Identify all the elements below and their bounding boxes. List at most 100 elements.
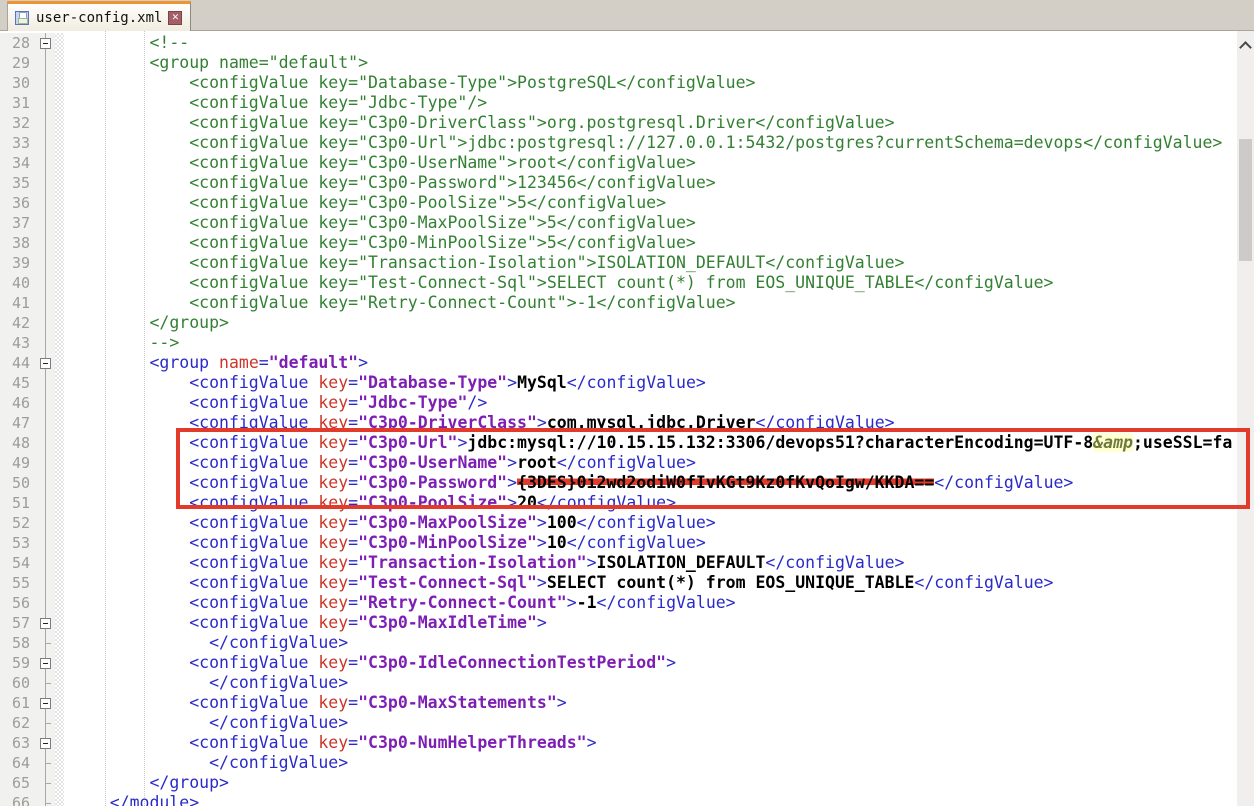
- code-text[interactable]: </configValue>: [64, 633, 1254, 653]
- line-number: 56: [0, 593, 37, 613]
- code-text[interactable]: <configValue key="C3p0-MaxPoolSize">5</c…: [64, 213, 1254, 233]
- fold-margin: [37, 133, 55, 153]
- fold-margin: [37, 193, 55, 213]
- line-number: 59: [0, 653, 37, 673]
- code-text[interactable]: <configValue key="Test-Connect-Sql">SELE…: [64, 273, 1254, 293]
- code-text[interactable]: <configValue key="C3p0-MaxStatements">: [64, 693, 1254, 713]
- code-line: 47 <configValue key="C3p0-DriverClass">c…: [0, 413, 1254, 433]
- scrollbar-thumb[interactable]: [1239, 139, 1252, 261]
- code-text[interactable]: <configValue key="Database-Type">Postgre…: [64, 73, 1254, 93]
- code-text[interactable]: <configValue key="Database-Type">MySql</…: [64, 373, 1254, 393]
- code-text[interactable]: <configValue key="C3p0-UserName">root</c…: [64, 153, 1254, 173]
- fold-margin: [37, 793, 55, 806]
- code-text[interactable]: <configValue key="C3p0-PoolSize">20</con…: [64, 493, 1254, 513]
- code-text[interactable]: </configValue>: [64, 673, 1254, 693]
- fold-toggle-icon[interactable]: [37, 353, 55, 373]
- margin-separator: [55, 553, 64, 573]
- line-number: 50: [0, 473, 37, 493]
- code-line: 59 <configValue key="C3p0-IdleConnection…: [0, 653, 1254, 673]
- code-line: 53 <configValue key="C3p0-MinPoolSize">1…: [0, 533, 1254, 553]
- code-text[interactable]: <configValue key="C3p0-MaxPoolSize">100<…: [64, 513, 1254, 533]
- fold-margin: [37, 773, 55, 793]
- code-text[interactable]: <configValue key="C3p0-IdleConnectionTes…: [64, 653, 1254, 673]
- line-number: 65: [0, 773, 37, 793]
- code-text[interactable]: <configValue key="C3p0-MaxIdleTime">: [64, 613, 1254, 633]
- code-editor[interactable]: 28 <!--29 <group name="default">30 <conf…: [0, 31, 1254, 806]
- code-text[interactable]: <configValue key="Transaction-Isolation"…: [64, 253, 1254, 273]
- fold-toggle-icon[interactable]: [37, 733, 55, 753]
- code-line: 36 <configValue key="C3p0-PoolSize">5</c…: [0, 193, 1254, 213]
- tab-title: user-config.xml: [36, 10, 162, 26]
- line-number: 60: [0, 673, 37, 693]
- code-text[interactable]: <configValue key="C3p0-Url">jdbc:postgre…: [64, 133, 1254, 153]
- line-number: 30: [0, 73, 37, 93]
- code-line: 58 </configValue>: [0, 633, 1254, 653]
- margin-separator: [55, 653, 64, 673]
- code-text[interactable]: <group name="default">: [64, 353, 1254, 373]
- code-line: 48 <configValue key="C3p0-Url">jdbc:mysq…: [0, 433, 1254, 453]
- fold-margin: [37, 273, 55, 293]
- margin-separator: [55, 153, 64, 173]
- code-text[interactable]: <configValue key="C3p0-MinPoolSize">10</…: [64, 533, 1254, 553]
- code-text[interactable]: <configValue key="Jdbc-Type"/>: [64, 93, 1254, 113]
- code-text[interactable]: <configValue key="Retry-Connect-Count">-…: [64, 593, 1254, 613]
- scroll-up-arrow-icon[interactable]: [1241, 41, 1249, 49]
- code-text[interactable]: <configValue key="C3p0-Url">jdbc:mysql:/…: [64, 433, 1254, 453]
- margin-separator: [55, 193, 64, 213]
- line-number: 33: [0, 133, 37, 153]
- line-number: 52: [0, 513, 37, 533]
- fold-toggle-icon[interactable]: [37, 693, 55, 713]
- line-number: 64: [0, 753, 37, 773]
- code-text[interactable]: </group>: [64, 773, 1254, 793]
- code-text[interactable]: -->: [64, 333, 1254, 353]
- margin-separator: [55, 373, 64, 393]
- code-line: 65 </group>: [0, 773, 1254, 793]
- code-line: 52 <configValue key="C3p0-MaxPoolSize">1…: [0, 513, 1254, 533]
- code-text[interactable]: <configValue key="C3p0-DriverClass">com.…: [64, 413, 1254, 433]
- tab-user-config-xml[interactable]: user-config.xml ✕: [7, 1, 191, 31]
- margin-separator: [55, 73, 64, 93]
- fold-toggle-icon[interactable]: [37, 613, 55, 633]
- code-text[interactable]: <configValue key="C3p0-MinPoolSize">5</c…: [64, 233, 1254, 253]
- margin-separator: [55, 613, 64, 633]
- code-line: 43 -->: [0, 333, 1254, 353]
- editor-window: user-config.xml ✕ 28 <!--29 <group name=…: [0, 0, 1254, 806]
- fold-margin: [37, 73, 55, 93]
- code-line: 60 </configValue>: [0, 673, 1254, 693]
- fold-margin: [37, 433, 55, 453]
- code-text[interactable]: <!--: [64, 33, 1254, 53]
- fold-toggle-icon[interactable]: [37, 653, 55, 673]
- code-text[interactable]: <configValue key="Jdbc-Type"/>: [64, 393, 1254, 413]
- close-icon[interactable]: ✕: [168, 11, 182, 25]
- code-text[interactable]: <configValue key="C3p0-Password">{3DES}0…: [64, 473, 1254, 493]
- fold-margin: [37, 293, 55, 313]
- code-text[interactable]: <configValue key="Retry-Connect-Count">-…: [64, 293, 1254, 313]
- code-text[interactable]: </group>: [64, 313, 1254, 333]
- code-line: 46 <configValue key="Jdbc-Type"/>: [0, 393, 1254, 413]
- code-text[interactable]: <configValue key="C3p0-PoolSize">5</conf…: [64, 193, 1254, 213]
- code-text[interactable]: <configValue key="Test-Connect-Sql">SELE…: [64, 573, 1254, 593]
- line-number: 38: [0, 233, 37, 253]
- margin-separator: [55, 693, 64, 713]
- code-text[interactable]: <configValue key="C3p0-Password">123456<…: [64, 173, 1254, 193]
- margin-separator: [55, 53, 64, 73]
- code-text[interactable]: <configValue key="C3p0-DriverClass">org.…: [64, 113, 1254, 133]
- code-text[interactable]: </module>: [64, 793, 1254, 806]
- vertical-scrollbar[interactable]: [1237, 31, 1254, 806]
- code-text[interactable]: <configValue key="Transaction-Isolation"…: [64, 553, 1254, 573]
- margin-separator: [55, 453, 64, 473]
- code-text[interactable]: <configValue key="C3p0-UserName">root</c…: [64, 453, 1254, 473]
- margin-separator: [55, 253, 64, 273]
- code-text[interactable]: </configValue>: [64, 713, 1254, 733]
- line-number: 66: [0, 793, 37, 806]
- fold-margin: [37, 473, 55, 493]
- line-number: 39: [0, 253, 37, 273]
- code-text[interactable]: <configValue key="C3p0-NumHelperThreads"…: [64, 733, 1254, 753]
- code-line: 31 <configValue key="Jdbc-Type"/>: [0, 93, 1254, 113]
- fold-margin: [37, 233, 55, 253]
- margin-separator: [55, 93, 64, 113]
- code-text[interactable]: <group name="default">: [64, 53, 1254, 73]
- fold-toggle-icon[interactable]: [37, 33, 55, 53]
- code-line: 40 <configValue key="Test-Connect-Sql">S…: [0, 273, 1254, 293]
- code-text[interactable]: </configValue>: [64, 753, 1254, 773]
